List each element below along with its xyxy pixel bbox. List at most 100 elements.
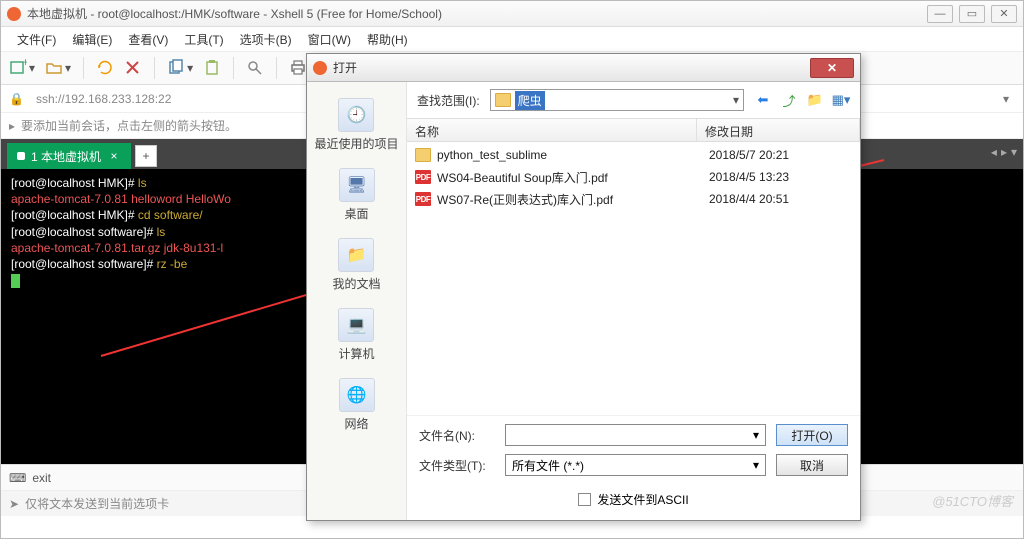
column-date[interactable]: 修改日期 — [697, 119, 860, 141]
file-row[interactable]: PDFWS07-Re(正则表达式)库入门.pdf2018/4/4 20:51 — [407, 188, 860, 210]
new-folder-button[interactable]: 📁 — [806, 91, 824, 109]
status-exit[interactable]: exit — [32, 471, 51, 485]
new-session-button[interactable]: + ▾ — [9, 59, 35, 77]
dialog-sidebar: 🕘 最近使用的项目 🖥 桌面 📁 我的文档 💻 计算机 🌐 网络 — [307, 82, 407, 520]
up-button[interactable]: ⤴ — [780, 91, 798, 109]
open-session-button[interactable]: ▾ — [45, 59, 71, 77]
tab-close-button[interactable]: × — [107, 149, 121, 163]
back-button[interactable]: ⬅ — [754, 91, 772, 109]
paste-button[interactable] — [203, 59, 221, 77]
dialog-title: 打开 — [333, 59, 810, 76]
sidebar-desktop[interactable]: 🖥 桌面 — [335, 164, 379, 226]
watermark: @51CTO博客 — [932, 491, 1013, 510]
filetype-select[interactable]: 所有文件 (*.*) ▾ — [505, 454, 766, 476]
toolbar-separator — [233, 57, 234, 79]
view-menu-button[interactable]: ▦▾ — [832, 91, 850, 109]
bookmark-icon[interactable]: ▸ — [9, 119, 15, 133]
cmd: ls — [138, 176, 147, 190]
menu-tabs[interactable]: 选项卡(B) — [234, 29, 298, 50]
disconnect-button[interactable] — [124, 59, 142, 77]
address-dropdown-button[interactable]: ▾ — [997, 92, 1015, 106]
print-button[interactable] — [289, 59, 307, 77]
window-title: 本地虚拟机 - root@localhost:/HMK/software - X… — [27, 5, 927, 22]
tab-local-vm[interactable]: 1 本地虚拟机 × — [7, 143, 131, 169]
chevron-down-icon: ▾ — [733, 93, 739, 107]
xshell-window: 本地虚拟机 - root@localhost:/HMK/software - X… — [0, 0, 1024, 539]
cancel-button[interactable]: 取消 — [776, 454, 848, 476]
minimize-button[interactable]: — — [927, 5, 953, 23]
menu-window[interactable]: 窗口(W) — [302, 29, 357, 50]
find-button[interactable] — [246, 59, 264, 77]
chevron-down-icon: ▾ — [753, 428, 759, 442]
file-date: 2018/5/7 20:21 — [709, 148, 789, 162]
file-row[interactable]: python_test_sublime2018/5/7 20:21 — [407, 144, 860, 166]
keyboard-icon: ⌨ — [9, 471, 26, 485]
toolbar-separator — [154, 57, 155, 79]
column-name[interactable]: 名称 — [407, 119, 697, 141]
lookin-value: 爬虫 — [515, 91, 545, 110]
tab-prev-button[interactable]: ◂ — [991, 145, 997, 159]
lookin-row: 查找范围(I): 爬虫 ▾ ⬅ ⤴ 📁 ▦▾ — [407, 82, 860, 118]
ascii-checkbox[interactable] — [578, 493, 591, 506]
file-list-header: 名称 修改日期 — [407, 118, 860, 142]
hint-text: 要添加当前会话，点击左侧的箭头按钮。 — [21, 117, 237, 134]
lookin-combobox[interactable]: 爬虫 ▾ — [490, 89, 744, 111]
dialog-main: 查找范围(I): 爬虫 ▾ ⬅ ⤴ 📁 ▦▾ 名称 修改日期 — [407, 82, 860, 520]
dialog-close-button[interactable]: ✕ — [810, 58, 854, 78]
computer-icon: 💻 — [338, 308, 374, 342]
prompt: [root@localhost software]# — [11, 257, 157, 271]
file-date: 2018/4/5 13:23 — [709, 170, 789, 184]
paste-icon — [203, 59, 221, 77]
sidebar-label: 桌面 — [344, 205, 368, 222]
cmd: ls — [157, 225, 166, 239]
close-button[interactable]: ✕ — [991, 5, 1017, 23]
file-name: WS04-Beautiful Soup库入门.pdf — [437, 169, 703, 186]
open-dialog: 打开 ✕ 🕘 最近使用的项目 🖥 桌面 📁 我的文档 💻 计 — [306, 53, 861, 521]
search-icon — [246, 59, 264, 77]
file-row[interactable]: PDFWS04-Beautiful Soup库入门.pdf2018/4/5 13… — [407, 166, 860, 188]
chevron-down-icon: ▾ — [753, 458, 759, 472]
tab-nav: ◂ ▸ ▾ — [991, 145, 1017, 159]
reconnect-button[interactable] — [96, 59, 114, 77]
reconnect-icon — [96, 59, 114, 77]
menu-help[interactable]: 帮助(H) — [361, 29, 414, 50]
filename-input[interactable]: ▾ — [505, 424, 766, 446]
tab-list-button[interactable]: ▾ — [1011, 145, 1017, 159]
prompt: [root@localhost HMK]# — [11, 176, 138, 190]
window-controls: — ▭ ✕ — [927, 5, 1017, 23]
lookin-toolbar: ⬅ ⤴ 📁 ▦▾ — [754, 91, 850, 109]
svg-text:+: + — [22, 59, 27, 69]
sidebar-recent[interactable]: 🕘 最近使用的项目 — [310, 94, 402, 156]
dialog-logo-icon — [313, 61, 327, 75]
file-date: 2018/4/4 20:51 — [709, 192, 789, 206]
file-name: WS07-Re(正则表达式)库入门.pdf — [437, 191, 703, 208]
folder-open-icon — [45, 59, 63, 77]
folder-icon — [495, 93, 511, 107]
maximize-button[interactable]: ▭ — [959, 5, 985, 23]
menu-edit[interactable]: 编辑(E) — [66, 29, 118, 50]
ascii-label: 发送文件到ASCII — [597, 491, 688, 508]
tab-next-button[interactable]: ▸ — [1001, 145, 1007, 159]
sidebar-computer[interactable]: 💻 计算机 — [334, 304, 378, 366]
titlebar: 本地虚拟机 - root@localhost:/HMK/software - X… — [1, 1, 1023, 27]
add-tab-button[interactable]: + — [135, 145, 157, 167]
toolbar-separator — [83, 57, 84, 79]
sidebar-network[interactable]: 🌐 网络 — [335, 374, 379, 436]
send-icon: ➤ — [9, 497, 19, 511]
copy-button[interactable]: ▾ — [167, 59, 193, 77]
recent-icon: 🕘 — [338, 98, 374, 132]
copy-icon — [167, 59, 185, 77]
menubar: 文件(F) 编辑(E) 查看(V) 工具(T) 选项卡(B) 窗口(W) 帮助(… — [1, 27, 1023, 51]
lock-icon: 🔒 — [9, 92, 24, 106]
menu-view[interactable]: 查看(V) — [122, 29, 174, 50]
desktop-icon: 🖥 — [339, 168, 375, 202]
menu-tools[interactable]: 工具(T) — [178, 29, 229, 50]
sidebar-documents[interactable]: 📁 我的文档 — [328, 234, 384, 296]
file-list[interactable]: python_test_sublime2018/5/7 20:21PDFWS04… — [407, 142, 860, 415]
prompt: [root@localhost software]# — [11, 225, 157, 239]
filename-label: 文件名(N): — [419, 427, 495, 444]
cmd: rz -be — [157, 257, 188, 271]
sidebar-label: 网络 — [344, 415, 368, 432]
menu-file[interactable]: 文件(F) — [11, 29, 62, 50]
open-button[interactable]: 打开(O) — [776, 424, 848, 446]
